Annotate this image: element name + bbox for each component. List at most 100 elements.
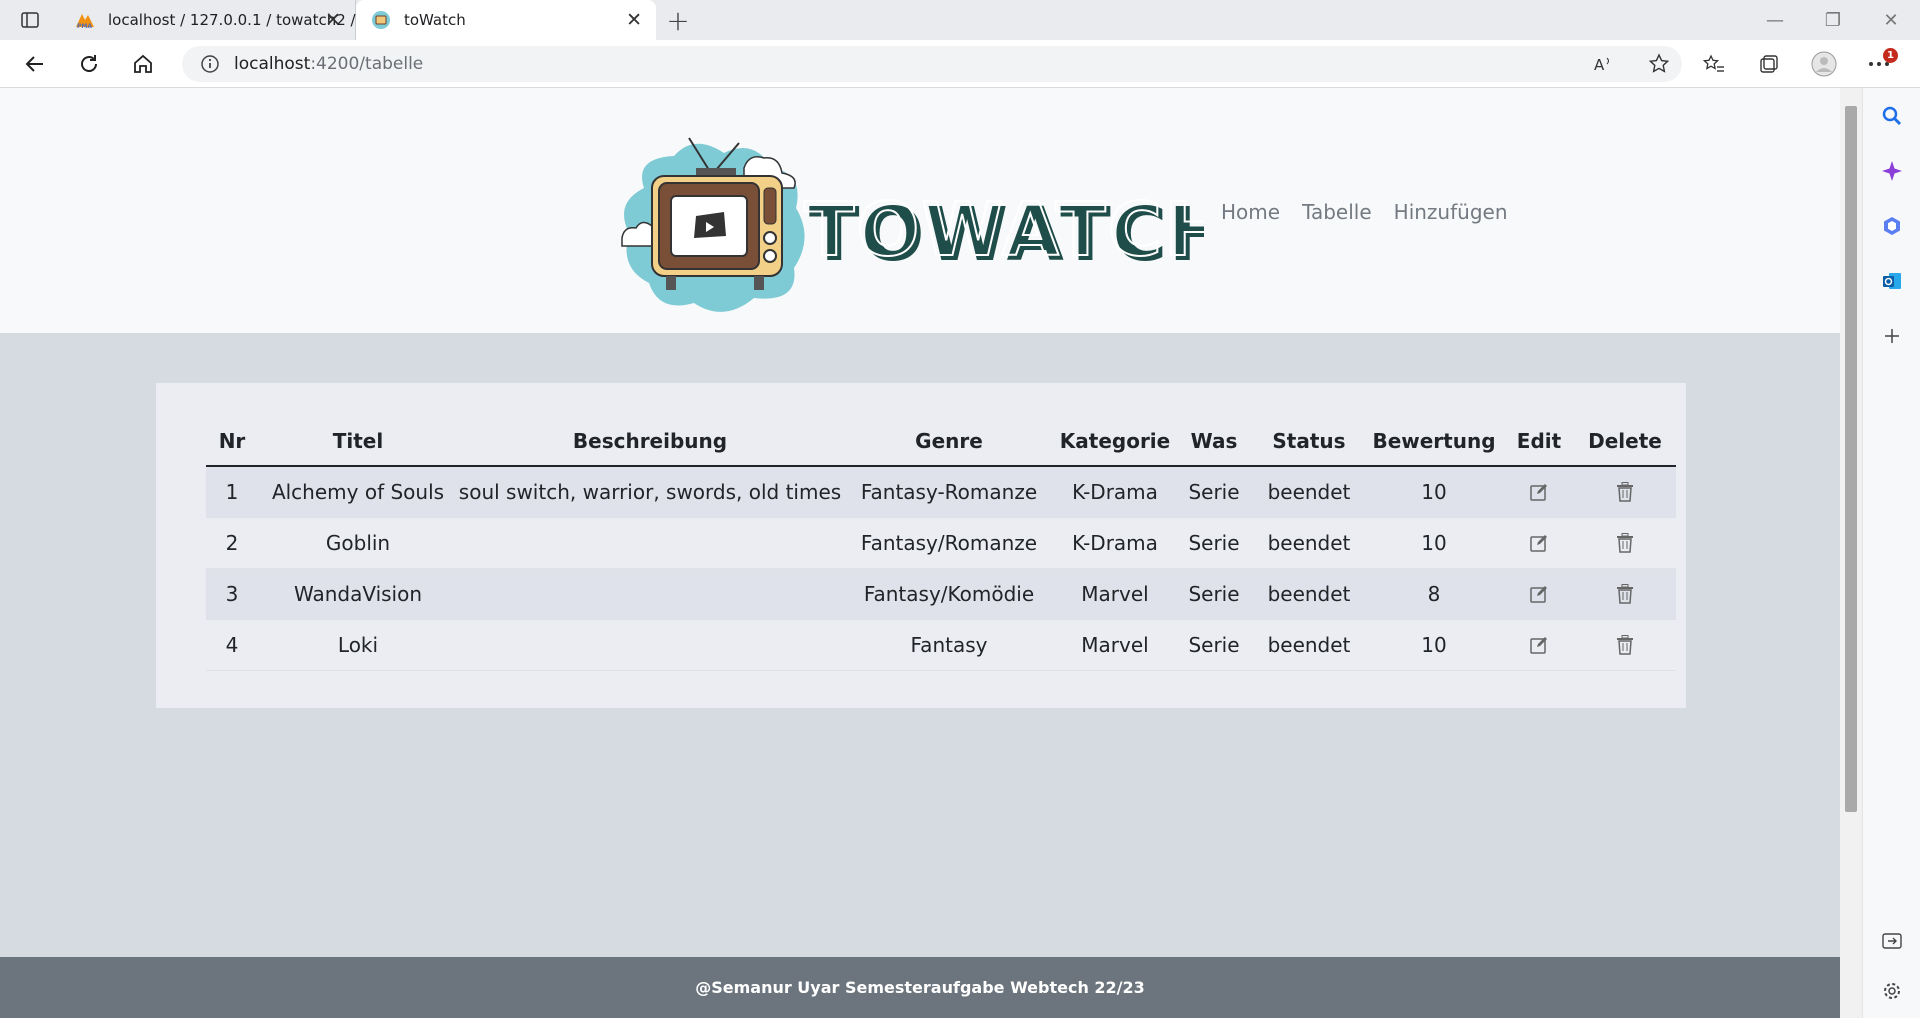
cell-was: Serie: [1174, 466, 1254, 518]
cell-edit: [1504, 619, 1574, 671]
collections-icon[interactable]: [1741, 40, 1796, 88]
tab-actions-button[interactable]: [0, 0, 60, 40]
reload-icon: [81, 54, 97, 72]
reload-button[interactable]: [62, 40, 116, 88]
cell-bewertung: 10: [1364, 517, 1504, 569]
towatch-table: Nr Titel Beschreibung Genre Kategorie Wa…: [206, 408, 1676, 671]
new-tab-button[interactable]: +: [656, 0, 700, 40]
towatch-logo[interactable]: TOWATCH TOWATCH: [604, 128, 1231, 318]
table-row: 4 Loki Fantasy Marvel Serie beendet 10: [206, 619, 1676, 671]
logo-tv-image: TOWATCH TOWATCH: [621, 137, 1231, 312]
close-tab-icon[interactable]: ✕: [325, 9, 341, 31]
edit-icon[interactable]: [1525, 529, 1553, 557]
column-header-status: Status: [1254, 408, 1364, 467]
search-icon: [1882, 106, 1902, 125]
sidebar-office-button[interactable]: [1863, 198, 1920, 253]
close-tab-icon[interactable]: ✕: [626, 9, 642, 31]
svg-text:PMA: PMA: [77, 23, 92, 29]
sidebar-copilot-button[interactable]: [1863, 143, 1920, 198]
cell-genre: Fantasy/Komödie: [842, 568, 1056, 620]
site-footer: @Semanur Uyar Semesteraufgabe Webtech 22…: [0, 957, 1840, 1018]
add-favorite-icon[interactable]: [1631, 40, 1686, 88]
sidebar-search-button[interactable]: [1863, 88, 1920, 143]
tab-title: toWatch: [404, 11, 466, 29]
sidebar-outlook-button[interactable]: [1863, 253, 1920, 308]
cell-edit: [1504, 517, 1574, 569]
site-info-icon[interactable]: [200, 54, 220, 74]
sidebar-toggle-icon: [21, 12, 39, 28]
home-button[interactable]: [116, 40, 170, 88]
cell-status: beendet: [1254, 466, 1364, 518]
svg-text:TOWATCH: TOWATCH: [804, 187, 1204, 273]
notification-badge: 1: [1883, 48, 1898, 63]
cell-genre: Fantasy/Romanze: [842, 517, 1056, 569]
tab-title: localhost / 127.0.0.1 / towatch2 /: [108, 11, 356, 29]
cell-beschreibung: [458, 568, 842, 620]
minimize-icon[interactable]: —: [1746, 0, 1804, 40]
column-header-bewertung: Bewertung: [1364, 408, 1504, 467]
footer-text: @Semanur Uyar Semesteraufgabe Webtech 22…: [695, 978, 1145, 997]
cell-was: Serie: [1174, 517, 1254, 569]
sidebar-settings-button[interactable]: [1863, 963, 1920, 1018]
cell-genre: Fantasy-Romanze: [842, 466, 1056, 518]
phpmyadmin-icon: PMA: [74, 9, 96, 31]
nav-tabelle-link[interactable]: Tabelle: [1302, 200, 1372, 224]
page-scrollbar[interactable]: [1840, 88, 1862, 1018]
cell-delete: [1574, 466, 1676, 518]
column-header-delete: Delete: [1574, 408, 1676, 467]
cell-kategorie: Marvel: [1056, 568, 1174, 620]
restore-icon[interactable]: ❐: [1804, 0, 1862, 40]
browser-sidebar: [1862, 88, 1920, 1018]
back-button[interactable]: [8, 40, 62, 88]
tab-phpmyadmin[interactable]: PMA localhost / 127.0.0.1 / towatch2 / ✕: [60, 0, 356, 40]
close-window-icon[interactable]: ✕: [1862, 0, 1920, 40]
cell-edit: [1504, 568, 1574, 620]
url-host: localhost: [234, 54, 311, 74]
hide-sidebar-icon: [1882, 932, 1902, 949]
address-bar-row: localhost:4200/tabelle A 1: [0, 40, 1920, 88]
url-field[interactable]: localhost:4200/tabelle: [182, 46, 1682, 82]
cell-status: beendet: [1254, 619, 1364, 671]
cell-status: beendet: [1254, 517, 1364, 569]
favorites-icon[interactable]: [1686, 40, 1741, 88]
sidebar-add-button[interactable]: [1863, 308, 1920, 363]
read-aloud-icon[interactable]: A: [1576, 40, 1631, 88]
cell-edit: [1504, 466, 1574, 518]
column-header-titel: Titel: [258, 408, 458, 467]
scrollbar-thumb[interactable]: [1845, 106, 1857, 812]
site-header: TOWATCH TOWATCH Home Tabelle Hinzufügen: [0, 88, 1840, 333]
outlook-icon: [1883, 272, 1901, 289]
cell-titel: Goblin: [258, 517, 458, 569]
settings-more-icon[interactable]: 1: [1851, 40, 1906, 88]
window-controls: — ❐ ✕: [1746, 0, 1920, 40]
cell-beschreibung: [458, 517, 842, 569]
cell-delete: [1574, 517, 1676, 569]
trash-icon[interactable]: [1611, 529, 1639, 557]
cell-nr: 4: [206, 619, 258, 671]
sidebar-hide-button[interactable]: [1863, 913, 1920, 968]
cell-was: Serie: [1174, 568, 1254, 620]
cell-titel: Alchemy of Souls: [258, 466, 458, 518]
nav-hinzufuegen-link[interactable]: Hinzufügen: [1394, 200, 1508, 224]
table-row: 3 WandaVision Fantasy/Komödie Marvel Ser…: [206, 568, 1676, 620]
edit-icon[interactable]: [1525, 580, 1553, 608]
office-icon: [1884, 216, 1900, 235]
page-viewport: TOWATCH TOWATCH Home Tabelle Hinzufügen …: [0, 88, 1840, 1018]
trash-icon[interactable]: [1611, 478, 1639, 506]
cell-status: beendet: [1254, 568, 1364, 620]
edit-icon[interactable]: [1525, 478, 1553, 506]
column-header-genre: Genre: [842, 408, 1056, 467]
trash-icon[interactable]: [1611, 580, 1639, 608]
back-arrow-icon: [25, 55, 43, 72]
nav-home-link[interactable]: Home: [1221, 200, 1280, 224]
home-icon: [134, 54, 152, 73]
cell-genre: Fantasy: [842, 619, 1056, 671]
profile-avatar-icon[interactable]: [1796, 40, 1851, 88]
cell-beschreibung: [458, 619, 842, 671]
tab-towatch[interactable]: toWatch ✕: [356, 0, 656, 40]
cell-bewertung: 10: [1364, 466, 1504, 518]
trash-icon[interactable]: [1611, 631, 1639, 659]
browser-tab-strip: PMA localhost / 127.0.0.1 / towatch2 / ✕…: [0, 0, 1920, 40]
edit-icon[interactable]: [1525, 631, 1553, 659]
cell-titel: Loki: [258, 619, 458, 671]
